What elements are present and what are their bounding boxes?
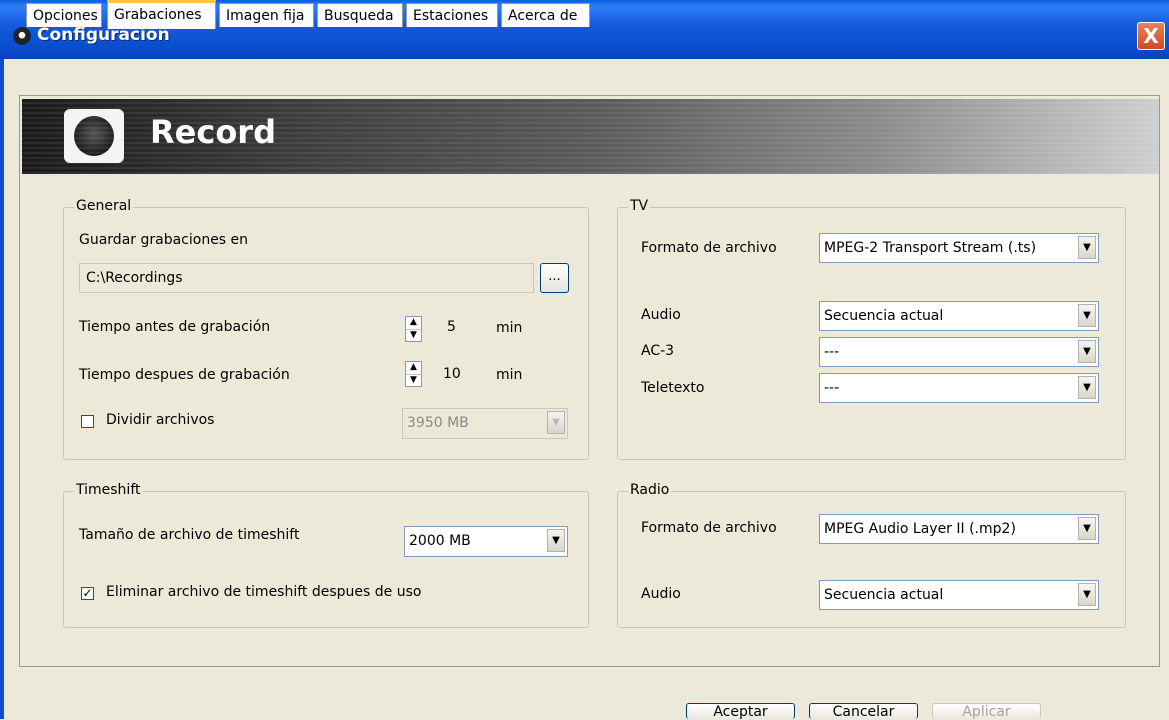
chevron-down-icon: ▼ bbox=[1078, 304, 1096, 327]
time-after-unit: min bbox=[496, 367, 523, 383]
tab-grabaciones[interactable]: Grabaciones bbox=[107, 0, 216, 29]
tab-imagen-fija[interactable]: Imagen fija bbox=[219, 3, 314, 27]
chevron-down-icon: ▼ bbox=[1078, 376, 1096, 399]
save-path-field[interactable]: C:\Recordings bbox=[79, 263, 534, 293]
timeshift-size-select[interactable]: 2000 MB ▼ bbox=[404, 526, 568, 557]
split-size-value: 3950 MB bbox=[407, 415, 469, 431]
config-window: Configuracion X Opciones Grabaciones Ima… bbox=[0, 0, 1169, 720]
window-frame-left bbox=[0, 59, 4, 719]
tv-format-value: MPEG-2 Transport Stream (.ts) bbox=[824, 240, 1037, 256]
radio-format-select[interactable]: MPEG Audio Layer II (.mp2) ▼ bbox=[819, 514, 1099, 544]
time-before-unit: min bbox=[496, 320, 523, 336]
tv-teletext-select[interactable]: --- ▼ bbox=[819, 373, 1099, 403]
tv-ac3-value: --- bbox=[824, 344, 840, 360]
chevron-down-icon: ▼ bbox=[1078, 340, 1096, 363]
banner-title: Record bbox=[150, 113, 276, 151]
tv-format-label: Formato de archivo bbox=[641, 240, 777, 256]
radio-legend: Radio bbox=[628, 482, 672, 498]
chevron-down-icon: ▼ bbox=[1078, 236, 1096, 259]
tv-teletext-label: Teletexto bbox=[641, 380, 705, 396]
delete-timeshift-label: Eliminar archivo de timeshift despues de… bbox=[106, 584, 422, 600]
radio-audio-label: Audio bbox=[641, 586, 681, 602]
radio-audio-select[interactable]: Secuencia actual ▼ bbox=[819, 580, 1099, 610]
timeshift-legend: Timeshift bbox=[74, 482, 143, 498]
chevron-down-icon: ▼ bbox=[1078, 517, 1096, 540]
time-after-spinner[interactable]: ▲ ▼ bbox=[405, 361, 422, 387]
radio-format-value: MPEG Audio Layer II (.mp2) bbox=[824, 521, 1016, 537]
accept-button[interactable]: Aceptar bbox=[686, 703, 795, 720]
timeshift-size-value: 2000 MB bbox=[409, 533, 471, 549]
split-files-label: Dividir archivos bbox=[106, 412, 215, 428]
tab-estaciones[interactable]: Estaciones bbox=[406, 3, 498, 27]
app-icon bbox=[13, 27, 31, 45]
tab-acerca-de[interactable]: Acerca de bbox=[501, 3, 590, 27]
timeshift-size-label: Tamaño de archivo de timeshift bbox=[79, 527, 300, 543]
tv-teletext-value: --- bbox=[824, 380, 840, 396]
tv-audio-select[interactable]: Secuencia actual ▼ bbox=[819, 301, 1099, 331]
tab-opciones[interactable]: Opciones bbox=[26, 3, 102, 27]
record-banner: Record bbox=[22, 99, 1159, 174]
split-size-select[interactable]: 3950 MB ▼ bbox=[402, 408, 568, 439]
time-after-value[interactable]: 10 bbox=[443, 366, 461, 382]
time-after-label: Tiempo despues de grabación bbox=[79, 367, 290, 383]
tv-ac3-label: AC-3 bbox=[641, 343, 675, 359]
chevron-down-icon: ▼ bbox=[1078, 583, 1096, 606]
chevron-down-icon: ▼ bbox=[547, 411, 565, 434]
save-path-label: Guardar grabaciones en bbox=[79, 232, 249, 248]
timeshift-group: Timeshift bbox=[63, 482, 589, 628]
time-before-label: Tiempo antes de grabación bbox=[79, 319, 271, 335]
tv-format-select[interactable]: MPEG-2 Transport Stream (.ts) ▼ bbox=[819, 233, 1099, 263]
close-button[interactable]: X bbox=[1137, 22, 1165, 50]
radio-format-label: Formato de archivo bbox=[641, 520, 777, 536]
chevron-down-icon: ▼ bbox=[547, 529, 565, 552]
radio-audio-value: Secuencia actual bbox=[824, 587, 944, 603]
delete-timeshift-checkbox[interactable]: ✓ bbox=[81, 587, 94, 600]
tv-audio-value: Secuencia actual bbox=[824, 308, 944, 324]
tab-busqueda[interactable]: Busqueda bbox=[317, 3, 403, 27]
general-legend: General bbox=[74, 198, 134, 214]
apply-button[interactable]: Aplicar bbox=[932, 703, 1041, 720]
tv-audio-label: Audio bbox=[641, 307, 681, 323]
cancel-button[interactable]: Cancelar bbox=[809, 703, 918, 720]
split-files-checkbox[interactable] bbox=[81, 415, 94, 428]
browse-button[interactable]: ... bbox=[540, 263, 569, 293]
time-before-spinner[interactable]: ▲ ▼ bbox=[405, 316, 422, 342]
time-before-value[interactable]: 5 bbox=[447, 319, 456, 335]
tv-legend: TV bbox=[628, 198, 651, 214]
tv-ac3-select[interactable]: --- ▼ bbox=[819, 337, 1099, 367]
record-logo-icon bbox=[64, 109, 124, 163]
